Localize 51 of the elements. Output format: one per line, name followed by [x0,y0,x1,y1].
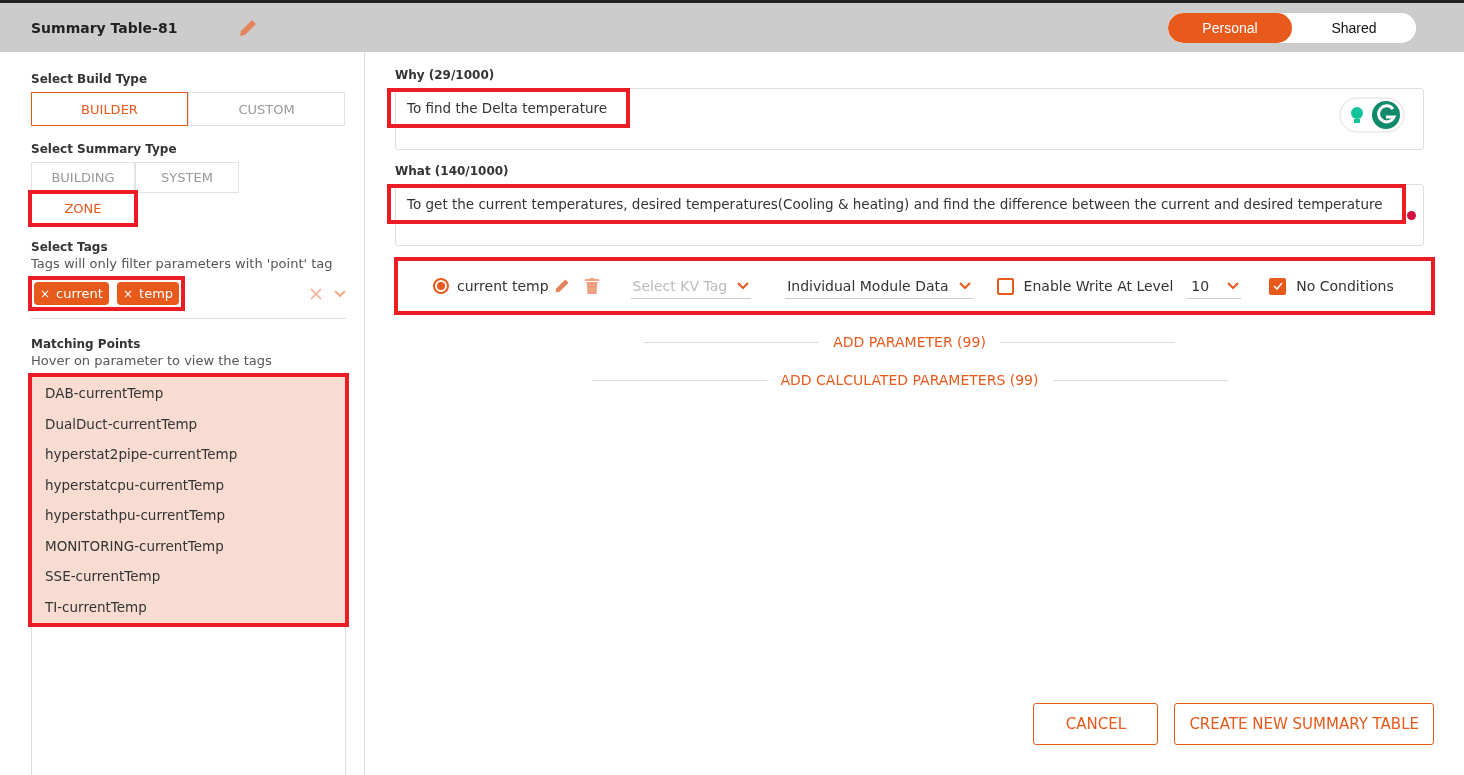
build-type-option[interactable]: CUSTOM [188,92,345,126]
data-mode-select[interactable]: Individual Module Data [785,273,973,299]
clear-icon[interactable] [310,287,322,300]
summary-type-option[interactable]: SYSTEM [135,162,239,193]
section-label: Select Summary Type [31,142,178,156]
level-select[interactable]: 10 [1187,273,1242,299]
tags-hint: Tags will only filter parameters with 'point' tag [31,256,334,271]
remove-tag-button[interactable]: × [40,286,51,301]
checkbox[interactable] [1269,277,1287,295]
tag-chip[interactable]: × temp [116,282,180,305]
matching-point-item[interactable]: MONITORING-currentTemp [31,530,346,561]
caret-icon [1227,281,1240,290]
tag-label: current [56,286,103,301]
scope-option[interactable]: Personal [1168,12,1292,43]
matching-point-item[interactable]: DualDuct-currentTemp [31,408,346,439]
section-label: Matching Points [31,337,142,351]
matching-hint: Hover on parameter to view the tags [31,353,273,368]
tag-chip[interactable]: × current [34,282,109,305]
kv-tag-select[interactable]: Select KV Tag [630,273,752,299]
field-label: What (140/1000) [395,164,510,178]
create-button[interactable]: CREATE NEW SUMMARY TABLE [1174,703,1434,745]
chevron-down-icon [334,289,346,298]
table-title: Summary Table-81 [31,19,178,36]
checkbox-label: Enable Write At Level [1023,278,1174,294]
caret-icon [737,281,750,290]
caret-icon [958,281,971,290]
checkmark-icon [1272,282,1283,290]
cancel-button[interactable]: CANCEL [1033,703,1159,745]
summary-type-option[interactable]: ZONE [31,193,135,224]
matching-point-item[interactable]: SSE-currentTemp [31,561,346,592]
matching-point-item[interactable]: hyperstatcpu-currentTemp [31,469,346,500]
trash-icon[interactable] [584,278,599,294]
tag-label: temp [139,286,174,301]
section-label: Select Build Type [31,72,149,86]
radio-button[interactable] [433,278,449,294]
add-parameter-link[interactable]: ADD PARAMETER (99) [833,334,986,350]
field-label: Why (29/1000) [395,68,496,82]
checkbox-label: No Conditions [1296,278,1394,294]
writing-assistant-icon[interactable] [1339,97,1405,133]
matching-point-item[interactable]: hyperstat2pipe-currentTemp [31,439,346,470]
checkbox[interactable] [996,277,1014,295]
section-label: Select Tags [31,240,109,254]
build-type-option[interactable]: BUILDER [31,92,188,126]
parameter-name: current temp [457,278,549,294]
matching-point-item[interactable]: TI-currentTemp [31,591,346,622]
matching-point-item[interactable]: hyperstathpu-currentTemp [31,500,346,531]
remove-tag-button[interactable]: × [122,286,134,301]
pencil-icon[interactable] [552,277,571,295]
matching-point-item[interactable]: DAB-currentTemp [31,378,346,409]
add-parameter-link[interactable]: ADD CALCULATED PARAMETERS (99) [780,372,1039,388]
dot-icon [1406,211,1416,220]
